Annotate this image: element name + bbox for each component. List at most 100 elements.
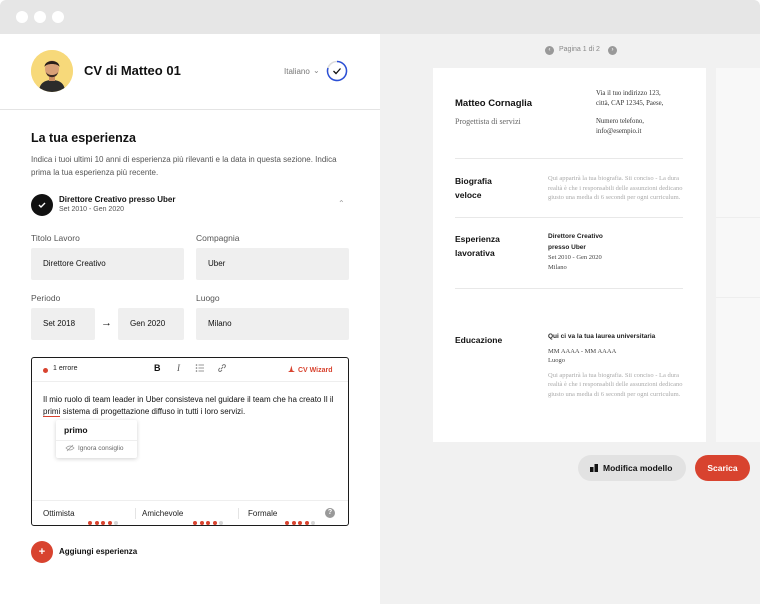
tone-dot[interactable]: [107, 521, 112, 525]
download-button[interactable]: Scarica: [695, 455, 750, 481]
cv-divider: [455, 217, 683, 218]
tone-dot[interactable]: [212, 521, 217, 525]
tone-dot[interactable]: [101, 521, 105, 525]
link-icon[interactable]: [217, 363, 227, 375]
cv-wizard-label: CV Wizard: [297, 367, 333, 374]
list-icon[interactable]: [195, 363, 205, 375]
next-page-icon[interactable]: ›: [608, 46, 617, 55]
description-editor[interactable]: 1 errore B I CV Wizard Il mio ruolo di t…: [31, 357, 349, 526]
tone-label: Ottimista: [43, 509, 75, 518]
window-dot[interactable]: [52, 11, 64, 23]
arrow-right-icon: →: [101, 317, 112, 329]
error-count[interactable]: 1 errore: [53, 365, 78, 372]
chevron-down-icon[interactable]: ⌄: [313, 66, 320, 75]
cv-address: Via il tuo indirizzo 123, città, CAP 123…: [596, 90, 664, 107]
cv-divider: [455, 288, 683, 289]
cv-exp-dates: Set 2010 - Gen 2020: [548, 254, 602, 261]
window-titlebar: [0, 0, 760, 34]
experience-title[interactable]: Direttore Creativo presso Uber: [59, 195, 175, 204]
cv-bio-text: Qui apparirà la tua biografia. Sii conci…: [548, 175, 683, 201]
tone-rating[interactable]: [193, 512, 226, 525]
suggestion-popup: primo Ignora consiglio: [56, 420, 137, 458]
cv-divider: [716, 217, 760, 218]
editor-text-after: sistema di progettazione diffuso in tutt…: [60, 407, 246, 416]
language-select[interactable]: Italiano: [284, 67, 310, 76]
prev-page-icon[interactable]: ‹: [545, 46, 554, 55]
editor-toolbar: 1 errore B I CV Wizard: [32, 358, 348, 382]
preview-panel: ‹ Pagina 1 di 2 › Matteo Cornaglia Proge…: [380, 34, 760, 604]
experience-check-icon[interactable]: [31, 194, 53, 216]
avatar-portrait-icon: [31, 50, 73, 92]
cv-edu-dates: MM AAAA - MM AAAA: [548, 347, 617, 355]
editor-text[interactable]: Il mio ruolo di team leader in Uber cons…: [43, 394, 343, 418]
avatar[interactable]: [31, 50, 73, 92]
cv-name: Matteo Cornaglia: [455, 98, 533, 109]
cv-edu-degree: Qui ci va la tua laurea universitaria: [548, 333, 656, 340]
window-dot[interactable]: [34, 11, 46, 23]
cv-divider: [716, 297, 760, 298]
cv-edu-text: Qui apparirà la tua biografia. Sii conci…: [548, 371, 683, 398]
window-dot[interactable]: [16, 11, 28, 23]
cv-exp-city: Milano: [548, 263, 567, 271]
job-title-label: Titolo Lavoro: [31, 233, 80, 243]
tone-label: Amichevole: [142, 509, 184, 518]
tone-divider: [238, 508, 239, 519]
eye-off-icon[interactable]: [65, 444, 75, 454]
section-description: Indica i tuoi ultimi 10 anni di esperien…: [31, 155, 337, 177]
error-dot-icon: [43, 368, 48, 373]
location-input[interactable]: Milano: [196, 308, 349, 340]
cv-preview-page[interactable]: Matteo Cornaglia Progettista di servizi …: [433, 68, 706, 442]
editor-panel: CV di Matteo 01 Italiano ⌄ La tua esperi…: [0, 34, 380, 604]
cv-email: info@esempio.it: [596, 127, 642, 135]
chevron-up-icon[interactable]: ⌃: [338, 199, 345, 208]
tone-dot[interactable]: [199, 521, 204, 525]
page-indicator: Pagina 1 di 2: [559, 46, 600, 53]
tone-divider: [135, 508, 136, 519]
tone-dot[interactable]: [219, 521, 223, 525]
suggestion-option[interactable]: primo: [64, 425, 88, 435]
cv-exp-title: Esperienza lavorativa: [455, 234, 500, 258]
tone-rating[interactable]: [285, 512, 318, 525]
company-input[interactable]: Uber: [196, 248, 349, 280]
cv-divider: [455, 158, 683, 159]
misspelled-word[interactable]: primi: [43, 407, 61, 417]
tone-dot[interactable]: [206, 521, 210, 525]
edit-template-label: Modifica modello: [603, 463, 673, 473]
experience-dates: Set 2010 - Gen 2020: [59, 206, 124, 213]
tone-label: Formale: [248, 509, 278, 518]
cv-phone: Numero telefono,: [596, 118, 644, 125]
tone-dot[interactable]: [88, 521, 92, 525]
suggestion-divider: [56, 440, 137, 441]
tone-dot[interactable]: [94, 521, 99, 525]
job-title-input[interactable]: Direttore Creativo: [31, 248, 184, 280]
cv-preview-next-page[interactable]: [716, 68, 760, 442]
cv-edu-title: Educazione: [455, 335, 503, 345]
tone-dot[interactable]: [114, 521, 118, 525]
ignore-suggestion-button[interactable]: Ignora consiglio: [78, 445, 124, 452]
cv-edu-body: Qui ci va la tua laurea universitaria MM…: [548, 332, 688, 399]
tone-dot[interactable]: [304, 521, 309, 525]
tone-dot[interactable]: [193, 521, 197, 525]
progress-ring-icon[interactable]: [326, 60, 348, 82]
period-end-input[interactable]: Gen 2020: [118, 308, 184, 340]
edit-template-button[interactable]: Modifica modello: [578, 455, 686, 481]
tone-dot[interactable]: [285, 521, 289, 525]
tone-dot[interactable]: [291, 521, 296, 525]
editor-text-before: Il mio ruolo di team leader in Uber cons…: [43, 395, 334, 404]
add-experience-label[interactable]: Aggiungi esperienza: [59, 547, 137, 556]
cv-wizard-button[interactable]: CV Wizard: [287, 365, 333, 374]
bold-button[interactable]: B: [154, 363, 161, 373]
period-start-input[interactable]: Set 2018: [31, 308, 95, 340]
help-icon[interactable]: ?: [325, 508, 335, 518]
cv-role: Progettista di servizi: [455, 117, 521, 126]
tone-dot[interactable]: [311, 521, 315, 525]
template-icon: [590, 464, 598, 472]
cv-title[interactable]: CV di Matteo 01: [84, 63, 181, 78]
add-experience-button[interactable]: +: [31, 541, 53, 563]
tone-dot[interactable]: [298, 521, 302, 525]
italic-button[interactable]: I: [177, 363, 180, 373]
cv-edu-place: Luogo: [548, 357, 565, 364]
tone-rating[interactable]: [88, 512, 121, 525]
wizard-hat-icon: [288, 365, 295, 372]
cv-bio-title: Biografia veloce: [455, 176, 492, 200]
